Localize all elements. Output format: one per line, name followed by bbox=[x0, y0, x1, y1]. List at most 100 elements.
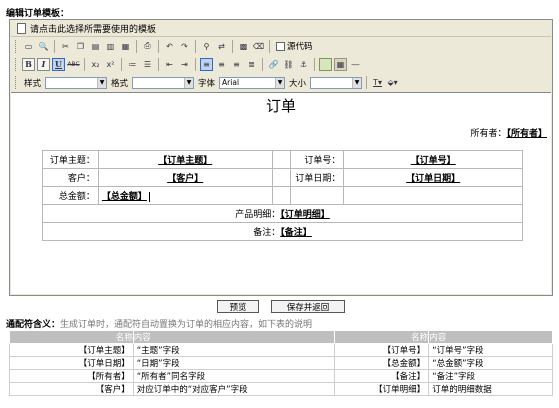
justify-icon[interactable]: ≣ bbox=[245, 58, 258, 71]
divider bbox=[136, 39, 137, 53]
table-row: 【订单主题】 “主题”字段 【订单号】 “订单号”字段 bbox=[9, 343, 553, 357]
divider bbox=[232, 39, 233, 53]
image-icon[interactable] bbox=[319, 57, 332, 71]
header-content: 内容 bbox=[428, 330, 553, 344]
customer-label: 客户： bbox=[42, 168, 99, 187]
format-label: 格式 bbox=[111, 78, 129, 89]
divider bbox=[366, 76, 368, 89]
paste-word-icon[interactable]: ▦ bbox=[119, 40, 132, 53]
legend-content: “日期”字段 bbox=[132, 356, 336, 370]
select-all-icon[interactable]: ▩ bbox=[237, 40, 250, 53]
owner-label: 所有者： bbox=[470, 129, 507, 139]
align-left-icon[interactable]: ≡ bbox=[200, 57, 213, 71]
legend-content: 对应订单中的“对应客户”字段 bbox=[132, 382, 336, 396]
source-icon bbox=[276, 41, 285, 51]
legend-header-row: 名称 内容 名称 内容 bbox=[9, 330, 553, 344]
date-label: 订单日期： bbox=[290, 168, 345, 187]
copy-icon[interactable]: ❐ bbox=[74, 40, 87, 53]
chevron-down-icon: ▼ bbox=[275, 77, 285, 88]
strike-icon[interactable]: ABC bbox=[67, 58, 80, 71]
legend-name: 【总金额】 bbox=[334, 356, 430, 370]
owner-line: 所有者：【所有者】 bbox=[470, 126, 547, 139]
legend-content: “总金额”字段 bbox=[428, 356, 553, 370]
style-select[interactable]: ▼ bbox=[45, 76, 108, 89]
find-icon[interactable]: ⚲ bbox=[200, 40, 213, 53]
style-label: 样式 bbox=[24, 78, 42, 89]
note-label: 备注： bbox=[253, 228, 281, 238]
font-select[interactable]: Arial ▼ bbox=[219, 76, 286, 89]
undo-icon[interactable]: ↶ bbox=[163, 40, 176, 53]
save-return-button[interactable]: 保存并返回 bbox=[271, 300, 345, 313]
new-doc-icon[interactable]: ▭ bbox=[22, 40, 35, 53]
cut-icon[interactable]: ✂ bbox=[59, 40, 72, 53]
total-cell: 【总金额】 bbox=[97, 186, 273, 205]
number-placeholder: 【订单号】 bbox=[343, 150, 523, 169]
chevron-down-icon: ▼ bbox=[184, 77, 194, 88]
legend-content: “主题”字段 bbox=[132, 343, 336, 357]
table-row: 【订单日期】 “日期”字段 【总金额】 “总金额”字段 bbox=[9, 356, 553, 370]
font-value: Arial bbox=[222, 78, 240, 87]
indent-icon[interactable]: ⇥ bbox=[178, 58, 191, 71]
preview-icon[interactable]: 🔍 bbox=[37, 40, 50, 53]
subscript-icon[interactable]: x₂ bbox=[89, 58, 102, 71]
legend-content: “订单号”字段 bbox=[428, 343, 553, 357]
source-code-label: 源代码 bbox=[287, 42, 313, 52]
divider bbox=[158, 39, 159, 53]
detail-label: 产品明细： bbox=[235, 210, 281, 220]
divider bbox=[84, 57, 85, 71]
divider bbox=[269, 39, 270, 53]
legend-table: 名称 内容 名称 内容 【订单主题】 “主题”字段 【订单号】 “订单号”字段 … bbox=[9, 330, 553, 396]
subject-placeholder: 【订单主题】 bbox=[97, 150, 273, 169]
unordered-list-icon[interactable]: ☰ bbox=[141, 58, 154, 71]
divider bbox=[314, 57, 315, 71]
format-select[interactable]: ▼ bbox=[132, 76, 195, 89]
owner-placeholder: 【所有者】 bbox=[506, 129, 547, 139]
rule-icon[interactable]: ― bbox=[349, 58, 362, 71]
italic-icon[interactable]: I bbox=[37, 57, 50, 71]
customer-placeholder: 【客户】 bbox=[97, 168, 273, 187]
text-color-icon[interactable]: T▾ bbox=[371, 76, 384, 89]
document-icon bbox=[17, 23, 26, 34]
table-row: 【所有者】 “所有者”同名字段 【备注】 “备注”字段 bbox=[9, 369, 553, 383]
table-row: 产品明细：【订单明细】 bbox=[42, 204, 523, 223]
total-label: 总金额： bbox=[42, 186, 99, 205]
legend-title: 通配符含义： bbox=[6, 320, 61, 330]
redo-icon[interactable]: ↷ bbox=[178, 40, 191, 53]
table-row: 订单主题： 【订单主题】 订单号： 【订单号】 bbox=[42, 150, 523, 169]
table-row: 备注：【备注】 bbox=[42, 222, 523, 241]
toolbar-row-2: B I U ABC x₂ x² ≔ ☰ ⇤ ⇥ ≡ ≡ ≡ ≣ 🔗 ⛓ ⚓ ▦ … bbox=[11, 55, 551, 73]
paste-text-icon[interactable]: ▥ bbox=[104, 40, 117, 53]
unlink-icon[interactable]: ⛓ bbox=[282, 58, 295, 71]
template-picker[interactable]: 请点击此选择所需要使用的模板 bbox=[11, 21, 551, 37]
outdent-icon[interactable]: ⇤ bbox=[163, 58, 176, 71]
bg-color-icon[interactable]: ⬙▾ bbox=[386, 76, 399, 89]
editor-canvas[interactable]: 订单 所有者：【所有者】 订单主题： 【订单主题】 订单号： 【订单号】 客户：… bbox=[11, 92, 551, 294]
anchor-icon[interactable]: ⚓ bbox=[297, 58, 310, 71]
superscript-icon[interactable]: x² bbox=[104, 58, 117, 71]
print-icon[interactable]: ⎙ bbox=[141, 40, 154, 53]
table-icon[interactable]: ▦ bbox=[334, 57, 347, 71]
subject-label: 订单主题： bbox=[42, 150, 99, 169]
preview-button[interactable]: 预览 bbox=[217, 300, 259, 313]
source-code-button[interactable]: 源代码 bbox=[276, 40, 313, 52]
align-right-icon[interactable]: ≡ bbox=[230, 58, 243, 71]
legend-name: 【备注】 bbox=[334, 369, 430, 383]
remove-format-icon[interactable]: ⌫ bbox=[252, 40, 265, 53]
date-placeholder: 【订单日期】 bbox=[343, 168, 523, 187]
legend-name: 【客户】 bbox=[9, 382, 134, 396]
underline-icon[interactable]: U bbox=[52, 57, 65, 71]
legend-intro: 通配符含义：生成订单时，通配符自动置换为订单的相应内容，如下表的说明 bbox=[6, 317, 312, 330]
rich-text-editor: 请点击此选择所需要使用的模板 ▭ 🔍 ✂ ❐ ▤ ▥ ▦ ⎙ ↶ ↷ ⚲ ⇄ ▩… bbox=[9, 19, 553, 296]
number-label: 订单号： bbox=[290, 150, 345, 169]
note-placeholder: 【备注】 bbox=[280, 228, 312, 238]
legend-name: 【订单号】 bbox=[334, 343, 430, 357]
size-select[interactable]: ▼ bbox=[310, 76, 363, 89]
ordered-list-icon[interactable]: ≔ bbox=[126, 58, 139, 71]
link-icon[interactable]: 🔗 bbox=[267, 58, 280, 71]
paste-icon[interactable]: ▤ bbox=[89, 40, 102, 53]
bold-icon[interactable]: B bbox=[22, 57, 35, 71]
toolbar-grip bbox=[15, 57, 18, 71]
toolbar-row-1: ▭ 🔍 ✂ ❐ ▤ ▥ ▦ ⎙ ↶ ↷ ⚲ ⇄ ▩ ⌫ 源代码 bbox=[11, 38, 551, 54]
align-center-icon[interactable]: ≡ bbox=[215, 58, 228, 71]
replace-icon[interactable]: ⇄ bbox=[215, 40, 228, 53]
